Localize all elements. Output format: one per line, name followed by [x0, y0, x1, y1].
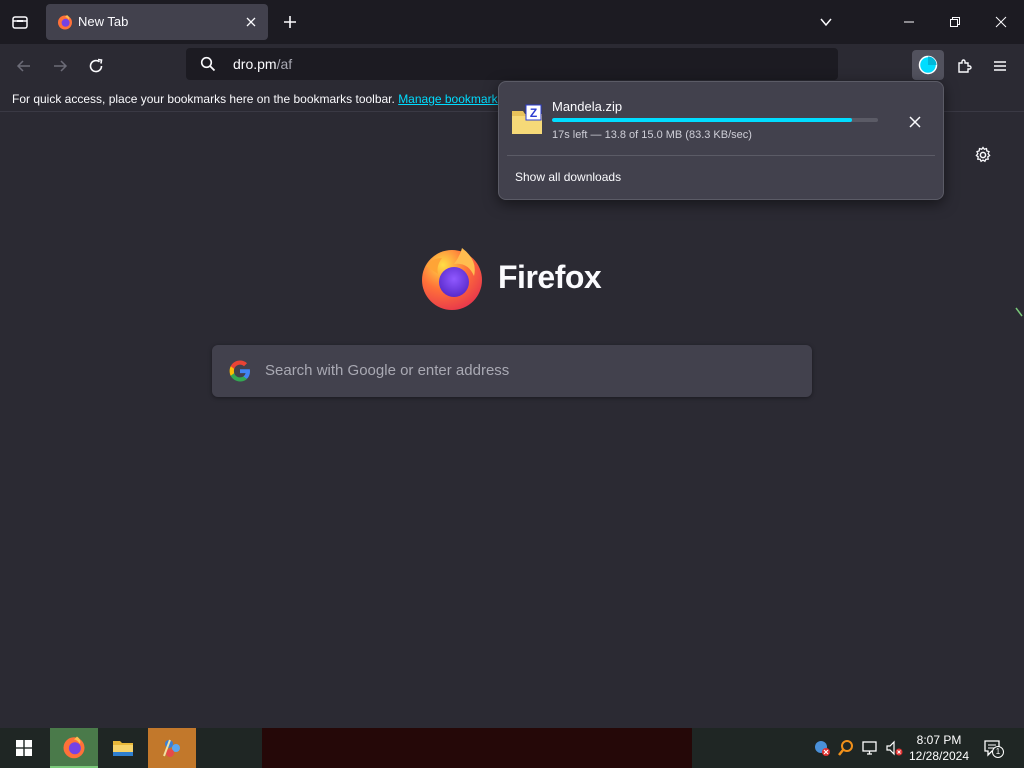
svg-text:Z: Z [530, 106, 537, 120]
clock-time: 8:07 PM [916, 733, 962, 747]
url-path: /af [276, 56, 293, 72]
reload-button[interactable] [82, 52, 110, 80]
tab-strip: New Tab [0, 0, 1024, 44]
tab-list-button[interactable] [6, 8, 34, 36]
taskbar-app[interactable] [148, 728, 196, 768]
url-text: dro.pm/af [233, 56, 292, 72]
firefox-logo-icon [422, 248, 482, 310]
new-tab-page: Firefox Search with Google or enter addr… [0, 113, 1024, 728]
clock-date: 12/28/2024 [908, 749, 970, 763]
tray-network[interactable] [860, 738, 880, 758]
new-tab-button[interactable] [278, 10, 302, 34]
navigation-toolbar: dro.pm/af [0, 44, 1024, 86]
download-icon [918, 55, 938, 75]
plus-icon [284, 16, 296, 28]
search-input[interactable]: Search with Google or enter address [212, 345, 812, 397]
taskbar: 8:07 PM 12/28/2024 1 [0, 728, 1024, 768]
volume-muted-icon [886, 740, 903, 756]
panel-divider [507, 155, 935, 156]
cancel-download-button[interactable] [903, 110, 927, 134]
gear-icon [975, 146, 991, 163]
download-progress-fill [552, 118, 852, 122]
start-button[interactable] [0, 728, 48, 768]
bookmarks-message-text: For quick access, place your bookmarks h… [12, 92, 399, 106]
zip-file-icon: Z [512, 104, 542, 134]
system-clock[interactable]: 8:07 PM 12/28/2024 [906, 732, 972, 764]
close-window-button[interactable] [978, 0, 1024, 44]
menu-icon [994, 61, 1006, 71]
url-host: dro.pm [233, 56, 277, 72]
firefox-icon [58, 15, 72, 30]
tray-volume[interactable] [884, 738, 904, 758]
taskbar-file-explorer[interactable] [99, 728, 147, 768]
downloads-button[interactable] [912, 50, 944, 80]
show-all-downloads-label: Show all downloads [515, 170, 622, 184]
minimize-icon [904, 21, 914, 23]
list-all-tabs-button[interactable] [814, 10, 838, 34]
customize-new-tab-button[interactable] [972, 144, 994, 166]
tray-app-icon[interactable] [812, 738, 832, 758]
notification-count-badge: 1 [992, 746, 1004, 758]
firefox-wordmark: Firefox [498, 259, 602, 295]
download-file-name: Mandela.zip [552, 99, 623, 114]
windows-start-icon [16, 740, 32, 756]
show-all-downloads-button[interactable]: Show all downloads [507, 161, 935, 193]
chevron-down-icon [820, 18, 832, 27]
tab-title: New Tab [78, 14, 129, 29]
tab-list-icon [12, 16, 28, 29]
download-progress-bar [552, 118, 878, 122]
close-icon [246, 17, 256, 27]
forward-button[interactable] [46, 52, 74, 80]
minimize-button[interactable] [886, 0, 932, 44]
back-button[interactable] [10, 52, 38, 80]
extensions-button[interactable] [950, 52, 978, 80]
forward-icon [54, 60, 68, 72]
download-item[interactable]: Z Mandela.zip 17s left — 13.8 of 15.0 MB… [507, 90, 935, 150]
restore-icon [950, 17, 960, 27]
network-icon [862, 741, 877, 755]
shield-icon [815, 741, 830, 756]
back-icon [16, 60, 30, 72]
action-center-button[interactable]: 1 [980, 736, 1004, 760]
app-icon [163, 739, 180, 757]
google-icon [229, 360, 250, 382]
tab-close-button[interactable] [242, 13, 260, 31]
search-icon [838, 740, 853, 756]
folder-icon [113, 741, 133, 756]
bookmarks-empty-message: For quick access, place your bookmarks h… [12, 92, 504, 106]
taskbar-firefox[interactable] [50, 728, 98, 768]
close-icon [995, 16, 1007, 28]
mouse-cursor-icon [1015, 307, 1023, 317]
restore-button[interactable] [932, 0, 978, 44]
taskbar-empty-area [262, 728, 692, 768]
tray-search-icon[interactable] [836, 738, 856, 758]
extensions-icon [958, 59, 972, 73]
downloads-panel: Z Mandela.zip 17s left — 13.8 of 15.0 MB… [498, 81, 944, 200]
app-menu-button[interactable] [986, 52, 1014, 80]
search-placeholder: Search with Google or enter address [265, 362, 510, 379]
reload-icon [89, 58, 103, 73]
download-status: 17s left — 13.8 of 15.0 MB (83.3 KB/sec) [552, 129, 752, 141]
firefox-icon [63, 736, 85, 759]
close-icon [909, 116, 921, 128]
search-icon [200, 56, 216, 72]
manage-bookmarks-link[interactable]: Manage bookmarks [398, 92, 503, 106]
tab-new-tab[interactable]: New Tab [46, 4, 268, 40]
address-bar[interactable]: dro.pm/af [186, 48, 838, 80]
